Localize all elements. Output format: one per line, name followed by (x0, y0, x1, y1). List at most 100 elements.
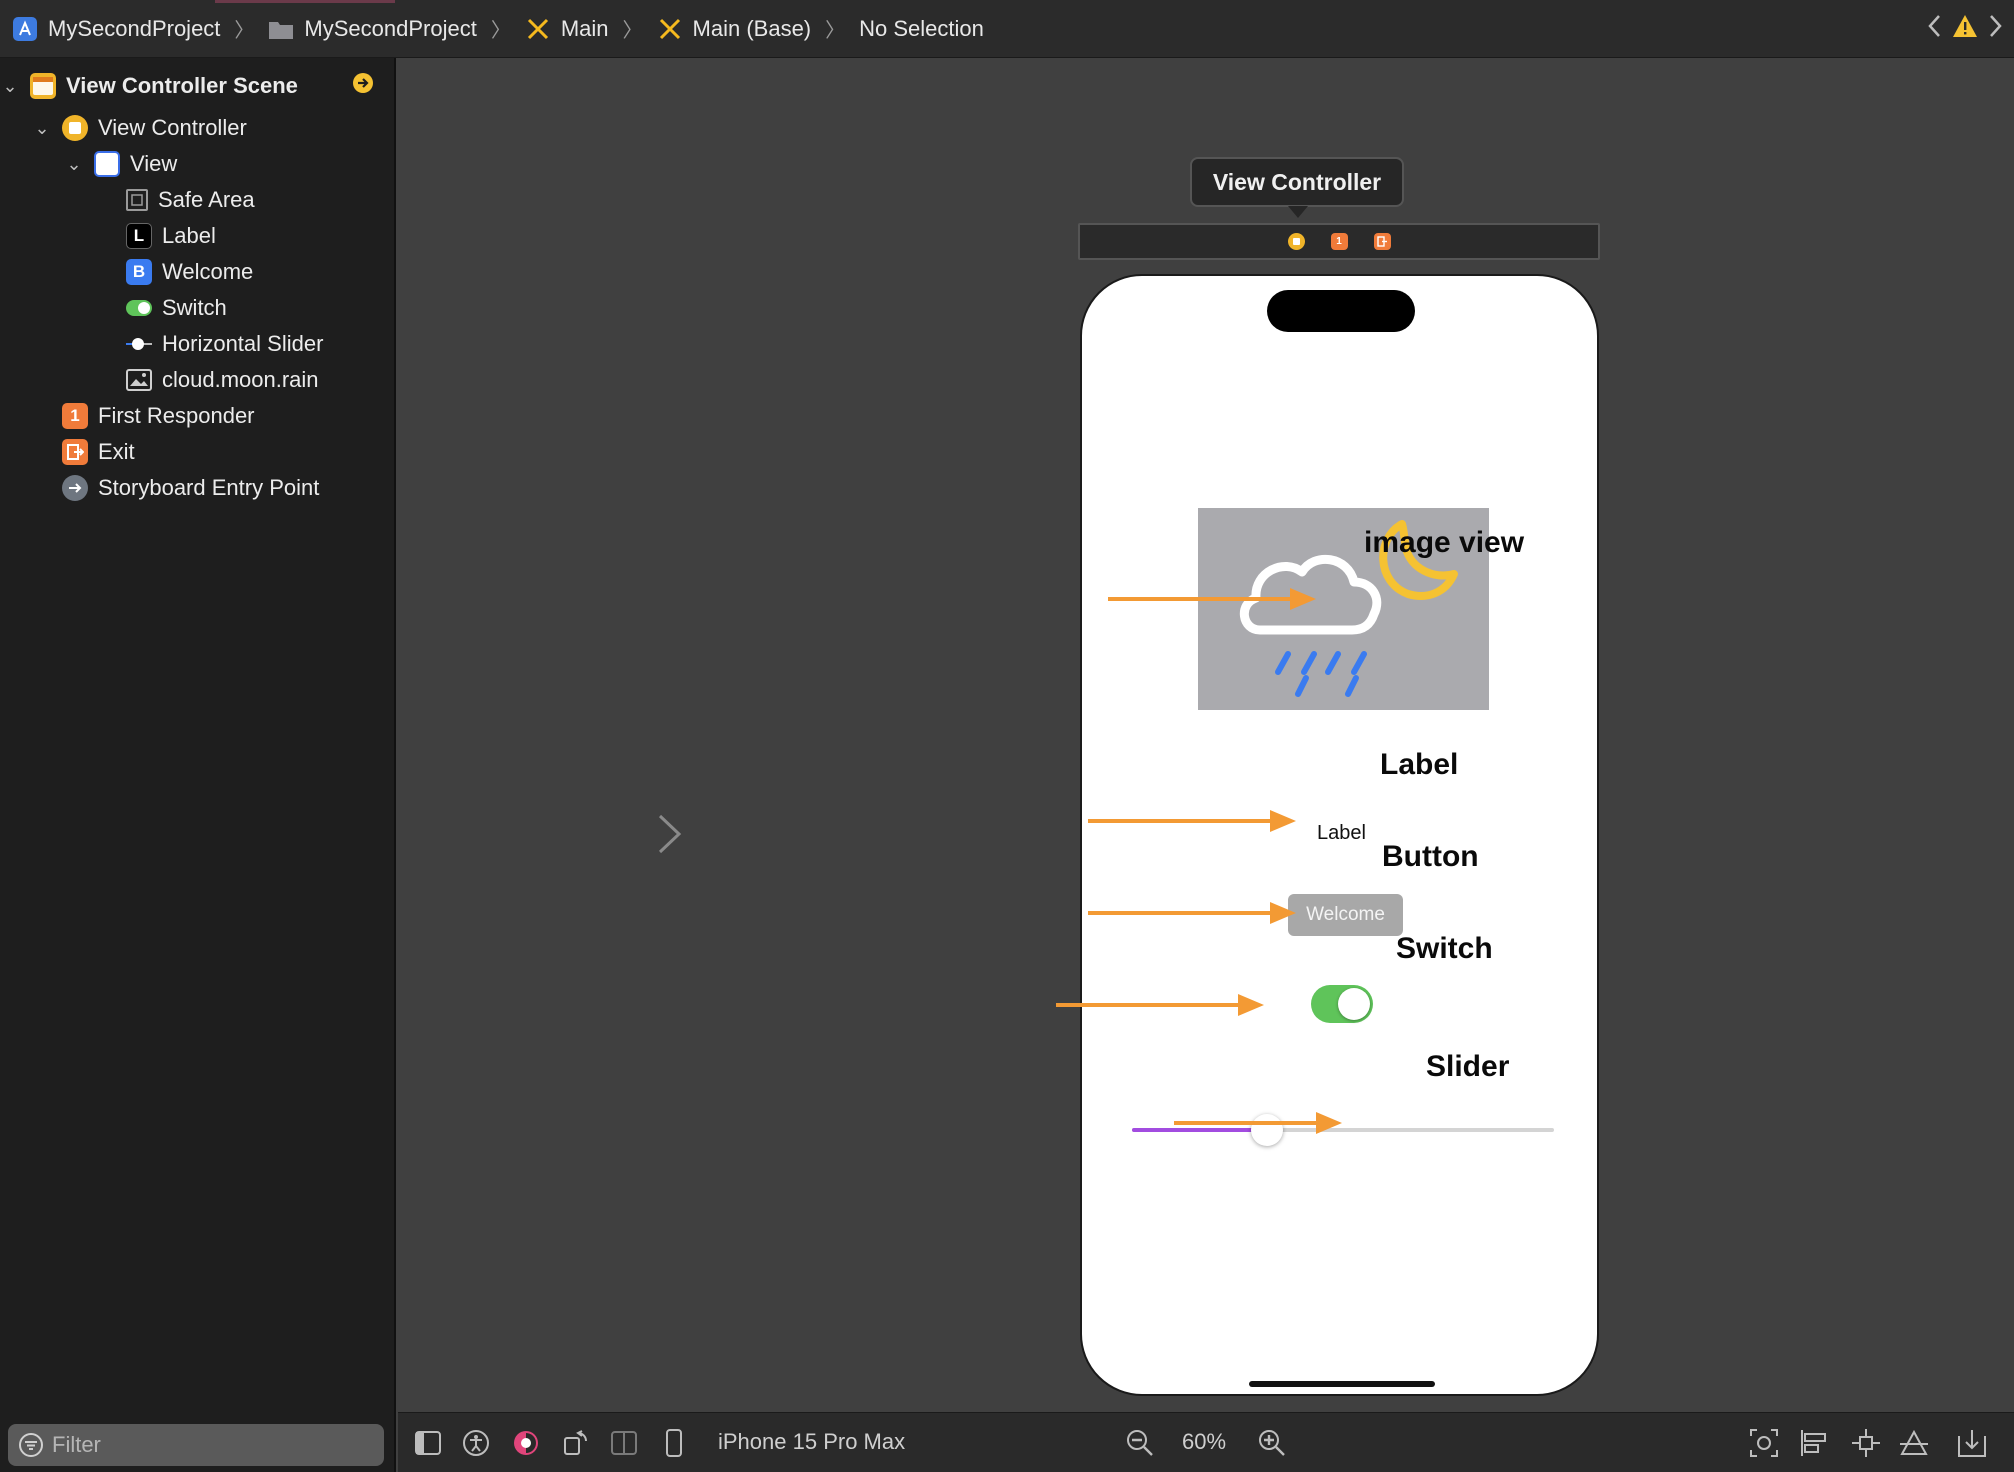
entry-point-arrow-icon[interactable] (558, 812, 682, 856)
chevron-down-icon[interactable]: ⌄ (64, 154, 84, 175)
view-controller-icon (62, 115, 88, 141)
crumb-storyboard-label: Main (560, 15, 609, 41)
warning-icon[interactable] (1952, 14, 1978, 45)
annotation-arrow-button (1088, 902, 1296, 924)
outline-row-slider[interactable]: Horizontal Slider (126, 326, 323, 362)
resolve-issues-icon[interactable] (1898, 1427, 1930, 1459)
exit-dock-icon[interactable] (1373, 233, 1391, 250)
view-icon (94, 151, 120, 177)
crumb-localization[interactable]: Main (Base) (657, 15, 812, 42)
outline-row-view-controller[interactable]: ⌄ View Controller (32, 110, 247, 146)
crumb-selection[interactable]: No Selection (859, 16, 984, 42)
exit-icon (62, 439, 88, 465)
outline-row-view[interactable]: ⌄ View (64, 146, 177, 182)
sidebar-toggle-icon[interactable] (412, 1427, 444, 1459)
image-view-icon (126, 367, 152, 393)
split-view-icon[interactable] (608, 1427, 640, 1459)
zoom-level: 60% (1182, 1429, 1227, 1454)
ui-switch[interactable] (1311, 985, 1373, 1023)
crumb-folder-label: MySecondProject (304, 15, 477, 41)
crumb-storyboard[interactable]: Main (525, 16, 609, 42)
chevron-left-icon[interactable] (1926, 13, 1942, 46)
embed-in-icon[interactable] (1956, 1427, 1988, 1459)
chevron-down-icon[interactable]: ⌄ (0, 76, 20, 97)
outline-row-safe-area[interactable]: Safe Area (126, 182, 255, 218)
annotation-slider: Slider (1426, 1050, 1510, 1083)
crumb-project-label: MySecondProject (48, 15, 221, 41)
tooltip-arrow (1288, 206, 1308, 218)
chevron-down-icon[interactable]: ⌄ (32, 118, 52, 139)
scene-title-tooltip: View Controller (1190, 157, 1404, 207)
scene-dock: 1 (1078, 223, 1600, 260)
outline-label-view-controller: View Controller (98, 115, 247, 140)
crumb-project[interactable]: MySecondProject (12, 16, 220, 42)
view-controller-dock-icon[interactable] (1287, 233, 1305, 250)
crumb-localization-label: Main (Base) (692, 15, 812, 41)
orientation-icon[interactable] (560, 1427, 592, 1459)
first-responder-icon: 1 (62, 403, 88, 429)
outline-label-switch: Switch (162, 295, 227, 320)
button-icon: B (126, 259, 152, 285)
first-responder-dock-icon[interactable]: 1 (1330, 233, 1348, 250)
label-icon: L (126, 223, 152, 249)
filter-placeholder: Filter (52, 1432, 101, 1457)
annotation-button: Button (1382, 840, 1479, 873)
dynamic-island (1267, 290, 1415, 332)
entry-point-icon (62, 475, 88, 501)
filter-field[interactable]: Filter (8, 1424, 384, 1466)
document-outline: ⌄ View Controller Scene ⌄ View Controlle… (0, 58, 396, 1472)
welcome-button[interactable]: Welcome (1288, 894, 1403, 936)
outline-row-first-responder[interactable]: 1 First Responder (62, 398, 255, 434)
outline-label-image: cloud.moon.rain (162, 367, 319, 392)
add-constraints-icon[interactable] (1850, 1427, 1882, 1459)
zoom-out-icon[interactable] (1124, 1427, 1156, 1459)
storyboard-icon (657, 16, 683, 42)
outline-row-switch[interactable]: Switch (126, 290, 227, 326)
outline-label-label: Label (162, 223, 216, 248)
issue-navigation (1926, 0, 2004, 58)
canvas-bottom-bar: iPhone 15 Pro Max 60% (398, 1412, 2014, 1472)
outline-label-welcome: Welcome (162, 259, 254, 284)
annotation-arrow-switch (1056, 994, 1264, 1016)
accessibility-icon[interactable] (460, 1427, 492, 1459)
annotation-arrow-slider (1174, 1112, 1342, 1134)
device-name[interactable]: iPhone 15 Pro Max (718, 1429, 905, 1455)
outline-label-exit: Exit (98, 439, 135, 464)
scene-arrow-icon[interactable] (352, 72, 374, 100)
align-icon[interactable] (1798, 1427, 1830, 1459)
annotation-label: Label (1380, 748, 1459, 781)
outline-row-entry-point[interactable]: Storyboard Entry Point (62, 470, 319, 506)
home-indicator (1249, 1381, 1435, 1387)
chevron-right-icon: 〉 (234, 20, 255, 42)
crumb-folder[interactable]: MySecondProject (268, 15, 477, 42)
zoom-in-icon[interactable] (1256, 1427, 1288, 1459)
update-frames-icon[interactable] (1748, 1427, 1780, 1459)
chevron-right-icon: 〉 (825, 20, 846, 42)
device-icon[interactable] (658, 1427, 690, 1459)
storyboard-canvas[interactable]: View Controller 1 Label Welcome image vi… (398, 58, 2014, 1412)
outline-label-safe-area: Safe Area (158, 187, 255, 212)
crumb-selection-label: No Selection (859, 15, 984, 41)
outline-row-exit[interactable]: Exit (62, 434, 135, 470)
annotation-arrow-label (1088, 810, 1296, 832)
filter-icon (18, 1432, 44, 1458)
annotation-switch: Switch (1396, 932, 1493, 965)
safe-area-icon (126, 189, 148, 211)
chevron-right-icon: 〉 (622, 20, 643, 42)
outline-label-slider: Horizontal Slider (162, 331, 324, 356)
outline-label-first-responder: First Responder (98, 403, 255, 428)
annotation-arrow-image-view (1108, 588, 1316, 610)
outline-label-scene: View Controller Scene (66, 73, 298, 98)
outline-row-label[interactable]: L Label (126, 218, 216, 254)
switch-icon (126, 295, 152, 321)
slider-icon (126, 331, 152, 357)
outline-label-entry-point: Storyboard Entry Point (98, 475, 320, 500)
outline-label-view: View (130, 151, 178, 176)
outline-row-scene[interactable]: ⌄ View Controller Scene (0, 68, 396, 104)
annotation-image-view: image view (1364, 526, 1525, 559)
chevron-right-icon[interactable] (1988, 13, 2004, 46)
storyboard-icon (525, 16, 551, 42)
outline-row-welcome[interactable]: B Welcome (126, 254, 253, 290)
outline-row-image[interactable]: cloud.moon.rain (126, 362, 319, 398)
appearance-icon[interactable] (510, 1427, 542, 1459)
